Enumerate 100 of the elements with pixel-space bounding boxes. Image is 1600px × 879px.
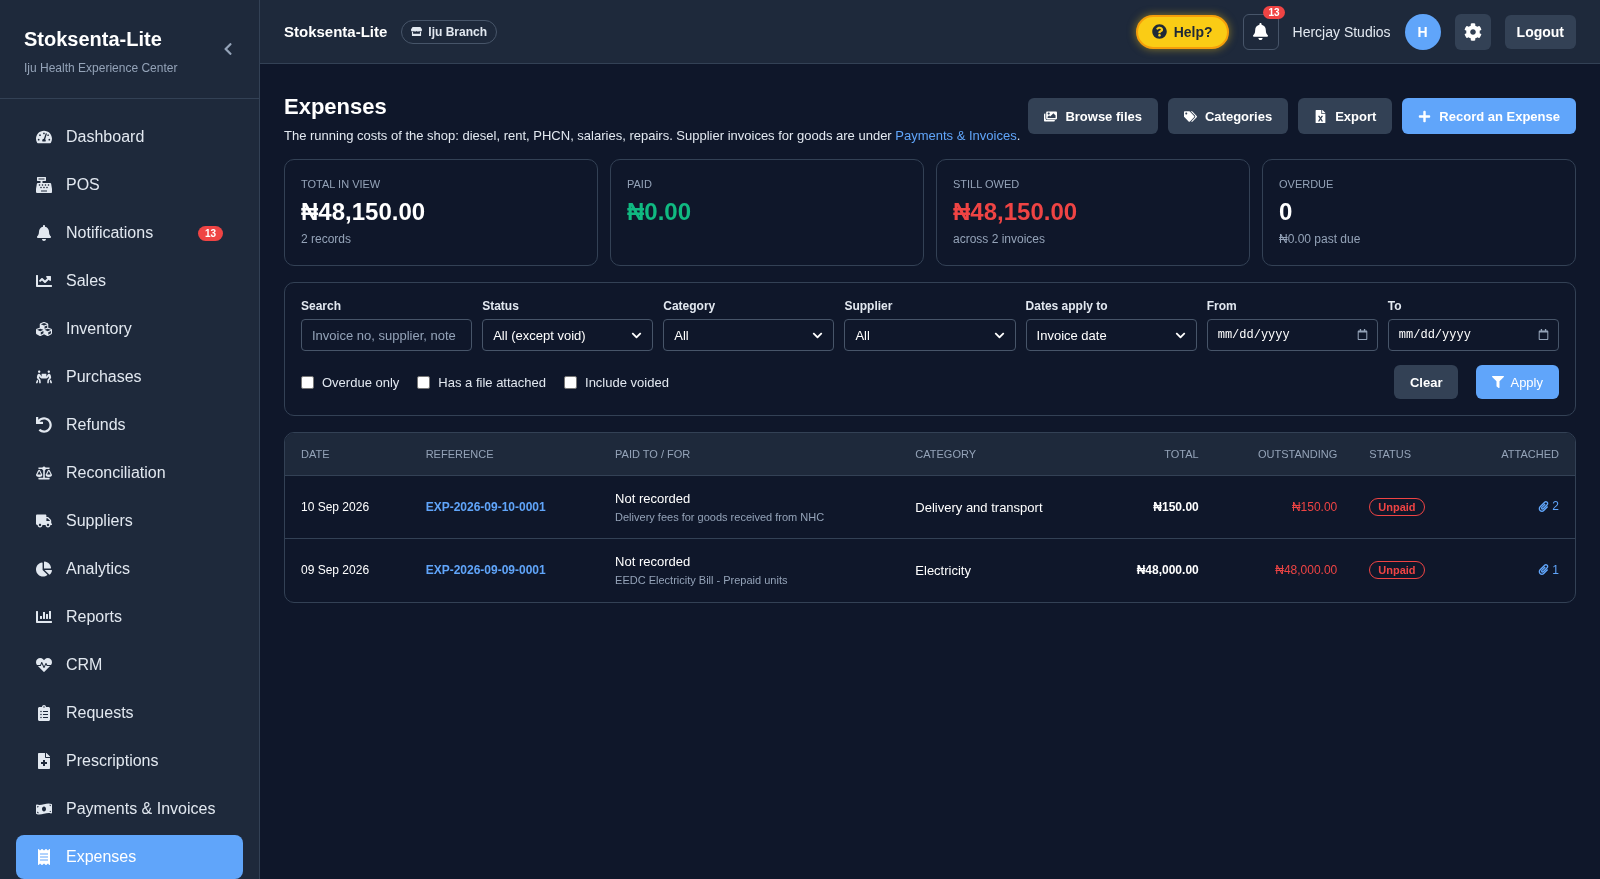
sidebar-item[interactable]: Reconciliation xyxy=(16,451,243,495)
action-button[interactable]: Browse files xyxy=(1028,98,1158,134)
stat-note: ₦0.00 past due xyxy=(1279,232,1362,246)
select-field[interactable]: Invoice date xyxy=(1025,319,1197,351)
nav-icon xyxy=(36,225,52,241)
sidebar-item[interactable]: Dashboard xyxy=(16,115,243,159)
payments-link[interactable]: Payments & Invoices xyxy=(895,128,1017,143)
checkbox[interactable] xyxy=(417,375,431,389)
select-field[interactable]: All xyxy=(663,319,835,351)
sidebar-item[interactable]: POS xyxy=(16,163,243,207)
nav-icon xyxy=(36,273,52,289)
payee-name: Not recorded xyxy=(615,491,692,506)
stat-value: ₦48,150.00 xyxy=(953,198,1079,226)
stat-value: ₦0.00 xyxy=(627,198,693,226)
stat-note: across 2 invoices xyxy=(953,232,1047,246)
checkbox-option[interactable]: Has a file attached xyxy=(417,374,546,390)
notification-count: 13 xyxy=(1263,5,1285,19)
reference-link[interactable]: EXP-2026-09-09-0001 xyxy=(425,563,546,578)
reference-link[interactable]: EXP-2026-09-10-0001 xyxy=(425,500,546,514)
column-header: PAID TO / FOR xyxy=(599,433,900,476)
field-label: Search xyxy=(301,299,343,313)
field-label: Dates apply to xyxy=(1025,299,1109,313)
clear-button[interactable]: Clear xyxy=(1393,365,1459,399)
stat-label: STILL OWED xyxy=(953,178,1021,190)
nav-icon xyxy=(36,129,52,145)
sidebar-item[interactable]: Payments & Invoices xyxy=(16,787,243,831)
nav-icon xyxy=(36,513,52,529)
column-header: REFERENCE xyxy=(409,433,600,476)
checkbox-label: Include voided xyxy=(585,374,669,390)
nav-icon xyxy=(36,657,52,673)
sidebar-item[interactable]: Inventory xyxy=(16,307,243,351)
sidebar-item[interactable]: Refunds xyxy=(16,403,243,447)
category-cell: Electricity xyxy=(899,538,1098,602)
date-field[interactable]: mm/dd/yyyy xyxy=(1206,319,1378,351)
settings-button[interactable] xyxy=(1454,13,1491,50)
column-header: CATEGORY xyxy=(899,433,1098,476)
brand-subtitle: Iju Health Experience Center xyxy=(24,61,178,75)
sidebar-item[interactable]: CRM xyxy=(16,643,243,687)
date-cell: 10 Sep 2026 xyxy=(285,475,410,539)
sidebar-item[interactable]: Notifications 13 xyxy=(16,211,243,255)
nav-icon xyxy=(36,465,52,481)
checkbox-option[interactable]: Overdue only xyxy=(301,374,400,390)
select-field[interactable]: All xyxy=(844,319,1016,351)
help-icon xyxy=(1151,24,1167,39)
stat-value: 0 xyxy=(1279,198,1294,226)
expense-note: Delivery fees for goods received from NHC xyxy=(615,511,826,523)
field-label: From xyxy=(1206,299,1238,313)
search-field[interactable]: Invoice no, supplier, note xyxy=(301,319,473,351)
logout-button[interactable]: Logout xyxy=(1504,14,1576,49)
checkbox-label: Overdue only xyxy=(322,374,400,390)
nav-icon xyxy=(36,177,52,193)
app-title: Stoksenta-Lite xyxy=(284,23,388,40)
column-header: TOTAL xyxy=(1097,433,1215,476)
store-icon xyxy=(411,26,423,37)
sidebar-item[interactable]: Analytics xyxy=(16,547,243,591)
nav-icon xyxy=(36,705,52,721)
field-label: To xyxy=(1387,299,1403,313)
checkbox[interactable] xyxy=(301,375,314,389)
filter-icon xyxy=(1492,376,1505,388)
sidebar-item[interactable]: Reports xyxy=(16,595,243,639)
sidebar-item[interactable]: Sales xyxy=(16,259,243,303)
paperclip-icon xyxy=(1538,500,1550,512)
nav-icon xyxy=(36,753,52,769)
checkbox-option[interactable]: Include voided xyxy=(564,374,669,390)
stat-label: TOTAL IN VIEW xyxy=(301,178,382,190)
tag-icon xyxy=(1183,109,1197,123)
plus-icon xyxy=(1418,109,1432,123)
nav-icon xyxy=(36,321,52,337)
checkbox[interactable] xyxy=(564,375,577,389)
nav-icon xyxy=(36,849,52,865)
nav-icon xyxy=(36,609,52,625)
stat-label: OVERDUE xyxy=(1279,178,1335,190)
page-title: Expenses xyxy=(284,94,388,120)
settings-icon xyxy=(1463,22,1482,41)
help-button[interactable]: Help? xyxy=(1135,14,1229,49)
action-button[interactable]: Categories xyxy=(1167,98,1289,134)
field-label: Category xyxy=(663,299,717,313)
calendar-icon xyxy=(1538,329,1549,340)
action-button[interactable]: Export xyxy=(1298,98,1393,134)
outstanding-cell: ₦150.00 xyxy=(1214,475,1354,539)
checkbox-label: Has a file attached xyxy=(438,374,546,390)
attachment-link[interactable]: 2 xyxy=(1538,499,1559,514)
stat-value: ₦48,150.00 xyxy=(301,198,427,226)
date-cell: 09 Sep 2026 xyxy=(285,538,410,602)
attachment-link[interactable]: 1 xyxy=(1538,562,1559,577)
sidebar-item[interactable]: Requests xyxy=(16,691,243,735)
sidebar-item[interactable]: Prescriptions xyxy=(16,739,243,783)
select-field[interactable]: All (except void) xyxy=(482,319,654,351)
sidebar-item[interactable]: Purchases xyxy=(16,355,243,399)
column-header: ATTACHED xyxy=(1463,433,1575,476)
stat-note: 2 records xyxy=(301,232,353,246)
sidebar-item[interactable]: Suppliers xyxy=(16,499,243,543)
brand-title: Stoksenta-Lite xyxy=(24,28,163,51)
user-name: Hercjay Studios xyxy=(1292,23,1391,40)
page-description: The running costs of the shop: diesel, rent, PHCN, salaries, repairs. Supplier invoices for goods are under Payments & Invoices. xyxy=(284,128,1021,143)
field-label: Status xyxy=(482,299,520,313)
paperclip-icon xyxy=(1538,564,1550,575)
date-field[interactable]: mm/dd/yyyy xyxy=(1387,319,1559,351)
stat-label: PAID xyxy=(627,178,653,190)
outstanding-cell: ₦48,000.00 xyxy=(1214,538,1354,602)
